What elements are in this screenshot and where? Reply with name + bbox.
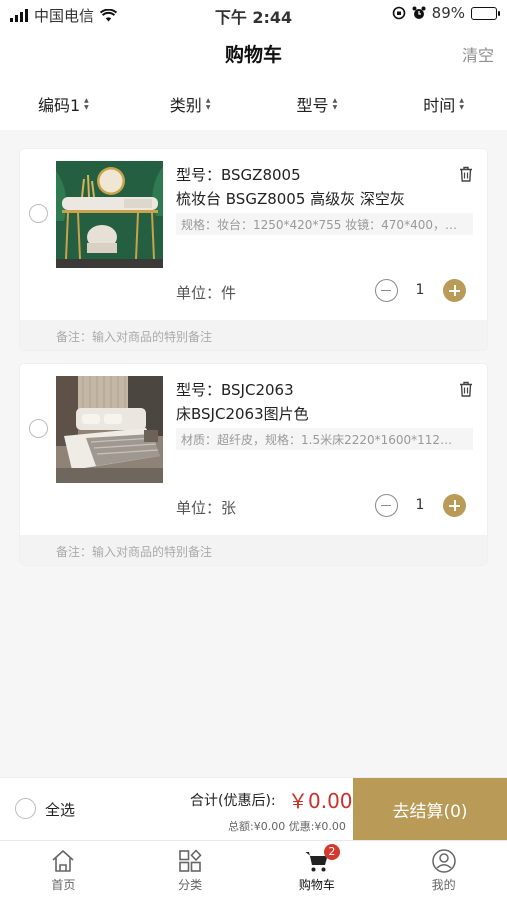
nav-bar: 购物车 清空 (0, 28, 507, 78)
item-remark-input[interactable]: 备注：输入对商品的特别备注 (20, 535, 487, 565)
tab-label: 分类 (178, 878, 203, 892)
total-amount: ￥0.00 (288, 789, 353, 813)
status-bar: 中国电信 下午 2:44 89% (0, 0, 507, 28)
orientation-lock-icon (392, 6, 405, 20)
cart-badge: 2 (323, 844, 340, 860)
tab-category[interactable]: 分类 (127, 841, 254, 900)
item-unit: 单位：件 (176, 284, 237, 302)
sort-by-model[interactable]: 型号 ▲ ▼ (254, 78, 381, 130)
battery-percent: 89% (431, 4, 465, 22)
tab-profile[interactable]: 我的 (380, 841, 507, 900)
sort-label: 时间 (423, 96, 456, 115)
decrease-quantity-button[interactable] (375, 279, 398, 302)
item-select-radio[interactable] (29, 204, 48, 223)
sort-arrows-icon: ▲ ▼ (205, 97, 211, 111)
increase-quantity-button[interactable] (443, 279, 466, 302)
select-all-radio[interactable] (15, 798, 36, 819)
item-select-radio[interactable] (29, 419, 48, 438)
sort-arrows-icon: ▲ ▼ (84, 97, 89, 111)
sort-label: 型号 (296, 96, 329, 115)
item-quantity[interactable]: 1 (411, 282, 429, 298)
clear-cart-button[interactable]: 清空 (462, 42, 494, 66)
sort-by-category[interactable]: 类别 ▲ ▼ (127, 78, 254, 130)
decrease-quantity-button[interactable] (375, 494, 398, 517)
sort-label: 编码1 (37, 96, 81, 115)
sort-arrows-icon: ▲ ▼ (332, 97, 338, 111)
sort-bar: 编码1 ▲ ▼ 类别 ▲ ▼ 型号 ▲ ▼ 时间 ▲ ▼ (0, 78, 507, 130)
sort-by-time[interactable]: 时间 ▲ ▼ (380, 78, 507, 130)
item-model: 型号：BSGZ8005 (176, 166, 301, 184)
checkout-button[interactable]: 去结算(0) (353, 778, 507, 840)
item-spec: 规格：妆台：1250*420*755 妆镜：470*400，… (176, 213, 473, 235)
item-unit: 单位：张 (176, 499, 237, 517)
battery-icon (471, 6, 500, 20)
profile-icon (431, 849, 456, 873)
increase-quantity-button[interactable] (443, 494, 466, 517)
status-right: 89% (392, 4, 500, 22)
cart-item: 型号：BSGZ8005 梳妆台 BSGZ8005 高级灰 深空灰 规格：妆台：1… (20, 149, 487, 350)
item-name[interactable]: 床BSJC2063图片色 (176, 403, 309, 424)
sort-label: 类别 (169, 96, 202, 115)
home-icon (52, 850, 74, 872)
tab-home[interactable]: 首页 (0, 841, 127, 900)
item-spec: 材质：超纤皮，规格：1.5米床2220*1600*112… (176, 428, 473, 450)
item-quantity[interactable]: 1 (411, 497, 429, 513)
cart-item: 型号：BSJC2063 床BSJC2063图片色 材质：超纤皮，规格：1.5米床… (20, 364, 487, 565)
delete-icon[interactable] (459, 166, 473, 182)
select-all-label[interactable]: 全选 (45, 799, 75, 820)
category-icon (179, 849, 202, 872)
tab-label: 购物车 (298, 878, 335, 892)
product-image-bed[interactable] (56, 376, 163, 483)
sort-by-code[interactable]: 编码1 ▲ ▼ (0, 78, 127, 130)
sort-arrows-icon: ▲ ▼ (459, 97, 464, 111)
delete-icon[interactable] (459, 381, 473, 397)
tab-label: 我的 (431, 878, 456, 892)
tab-bar: 首页 分类 2 购物车 我的 (0, 840, 507, 900)
checkout-bar: 全选 合计(优惠后): ￥0.00 总额:¥0.00 优惠:¥0.00 去结算(… (0, 778, 507, 840)
page-title: 购物车 (224, 44, 282, 66)
tab-cart[interactable]: 2 购物车 (254, 841, 381, 900)
alarm-icon (412, 6, 426, 19)
product-image-vanity[interactable] (56, 161, 163, 268)
tab-label: 首页 (51, 878, 76, 892)
item-model: 型号：BSJC2063 (176, 381, 294, 399)
item-remark-input[interactable]: 备注：输入对商品的特别备注 (20, 320, 487, 350)
sub-amounts: 总额:¥0.00 优惠:¥0.00 (228, 820, 346, 833)
total-label: 合计(优惠后): (190, 793, 276, 809)
item-name[interactable]: 梳妆台 BSGZ8005 高级灰 深空灰 (176, 188, 405, 209)
